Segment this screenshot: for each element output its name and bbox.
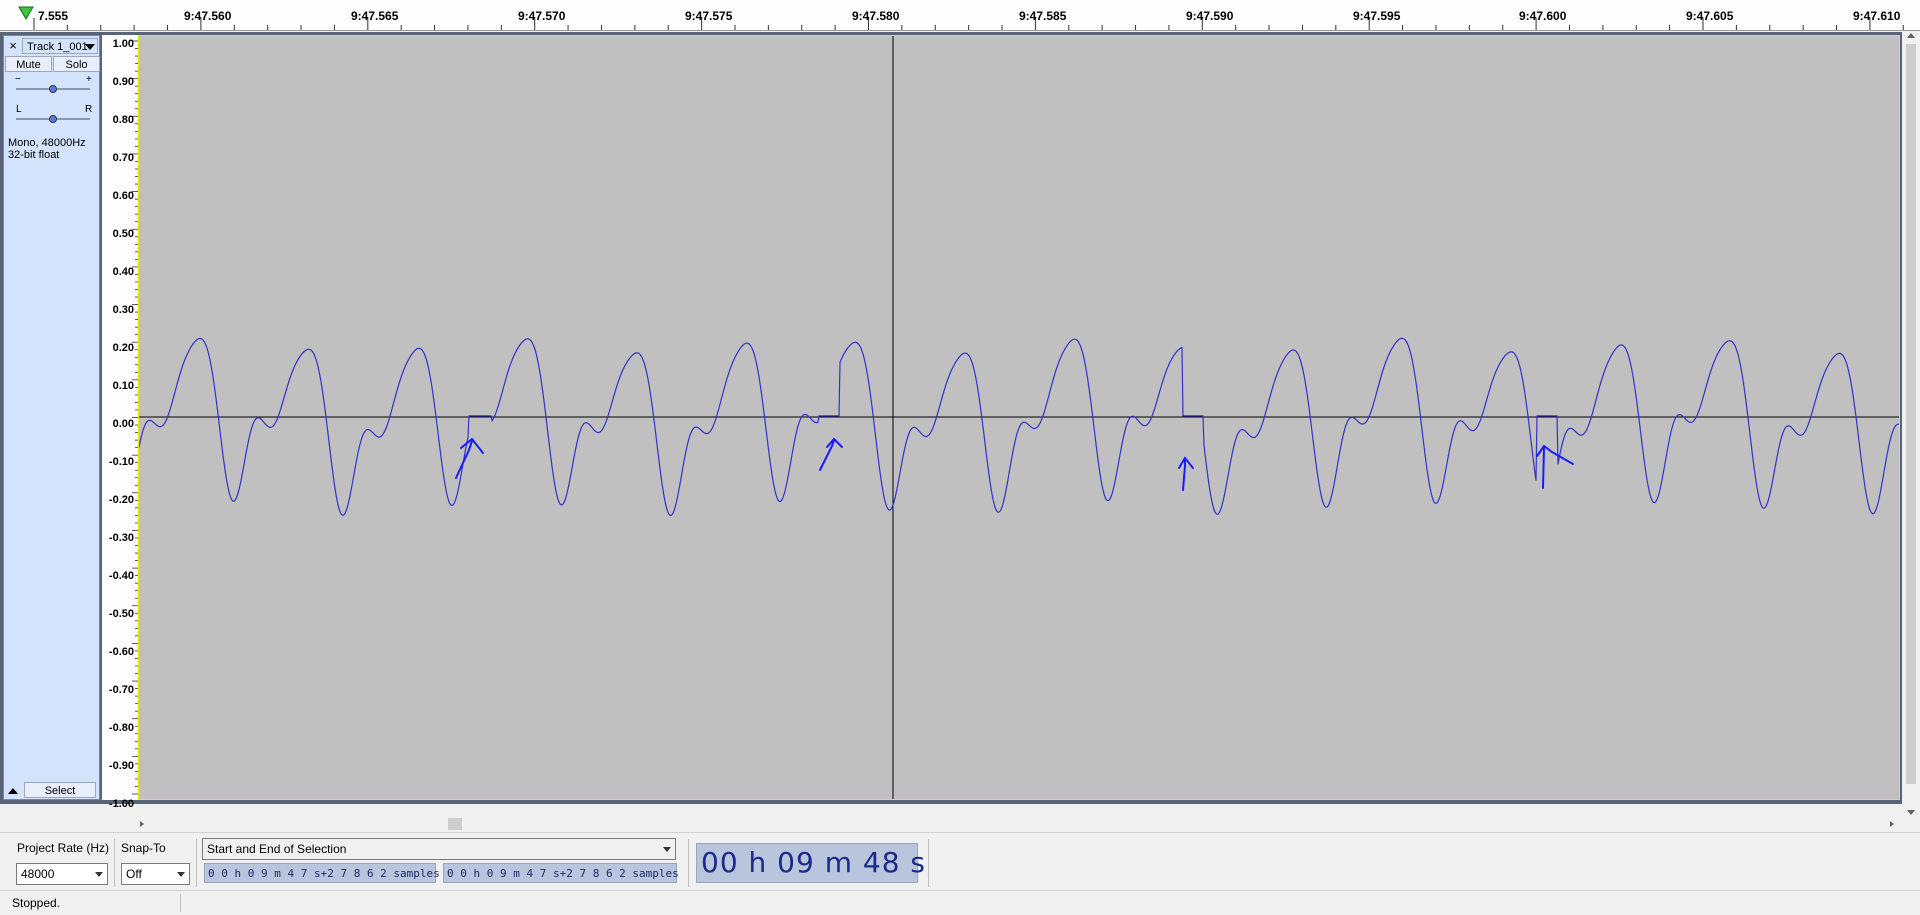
- status-bar: Stopped.: [0, 890, 1920, 915]
- ruler-label: 9:47.580: [852, 9, 900, 23]
- y-label: 1.00: [112, 38, 134, 50]
- y-label: 0.60: [112, 190, 134, 202]
- snap-to-label: Snap-To: [121, 841, 166, 855]
- select-button[interactable]: Select: [24, 782, 96, 798]
- chevron-down-icon: [177, 872, 185, 877]
- waveform-display[interactable]: [138, 35, 1900, 800]
- y-label: 0.00: [112, 418, 134, 430]
- y-label: -0.80: [108, 722, 134, 734]
- horizontal-scrollbar-thumb[interactable]: [448, 818, 462, 830]
- waveform: [139, 36, 1899, 799]
- collapse-track-icon[interactable]: [6, 784, 20, 798]
- ruler-label: 9:47.570: [518, 9, 566, 23]
- pan-right-label: R: [85, 104, 93, 115]
- ruler-label: 9:47.575: [685, 9, 733, 23]
- waveform-line: [139, 337, 1899, 517]
- divider: [688, 839, 689, 887]
- y-label: -0.70: [108, 684, 134, 696]
- gain-slider-thumb[interactable]: [49, 85, 57, 93]
- track-name-menu[interactable]: Track 1_001: [22, 38, 98, 54]
- chevron-down-icon: [663, 847, 671, 852]
- y-label: -0.10: [108, 456, 134, 468]
- snap-to-select[interactable]: Off: [121, 863, 190, 885]
- divider: [180, 894, 181, 912]
- gain-plus-label: +: [86, 74, 92, 85]
- annotation-arrow-3: [1178, 456, 1194, 491]
- annotation-arrow-4: [1536, 444, 1574, 489]
- amplitude-scale[interactable]: 1.00 0.90 0.80 0.70 0.60 0.50 0.40 0.30 …: [102, 35, 138, 810]
- track-info: Mono, 48000Hz 32-bit float: [8, 137, 86, 161]
- ruler-label: 9:47.565: [351, 9, 399, 23]
- y-label: -0.60: [108, 646, 134, 658]
- horizontal-scrollbar[interactable]: [138, 816, 1900, 832]
- dropdown-arrow-icon: [85, 44, 95, 50]
- y-label: 0.50: [112, 228, 134, 240]
- timeline-ruler[interactable]: 7.555 9:47.560 9:47.565 9:47.570 9:47.57…: [0, 0, 1920, 31]
- y-label: -0.30: [108, 532, 134, 544]
- project-rate-select[interactable]: 48000: [16, 863, 108, 885]
- y-label: -0.50: [108, 608, 134, 620]
- annotation-arrow-1: [455, 437, 484, 479]
- track-format: Mono, 48000Hz: [8, 137, 86, 149]
- pan-slider-thumb[interactable]: [49, 115, 57, 123]
- ruler-label: 9:47.560: [184, 9, 232, 23]
- ruler-label: 9:47.590: [1186, 9, 1234, 23]
- selection-end-value: 0 0 h 0 9 m 4 7 s+2 7 8 6 2 samples: [447, 867, 679, 880]
- gain-minus-label: −: [15, 74, 21, 85]
- selection-mode-value: Start and End of Selection: [207, 842, 347, 856]
- divider: [928, 839, 929, 887]
- solo-button[interactable]: Solo: [53, 56, 100, 72]
- y-label: 0.30: [112, 304, 134, 316]
- ruler-label: 7.555: [38, 9, 69, 23]
- audio-position-value: 00 h 09 m 48 s: [701, 846, 926, 879]
- track-bit-depth: 32-bit float: [8, 149, 60, 161]
- y-label: 0.80: [112, 114, 134, 126]
- ruler-label: 9:47.600: [1519, 9, 1567, 23]
- ruler-label: 9:47.610: [1853, 9, 1901, 23]
- divider: [114, 839, 115, 887]
- y-label: 0.10: [112, 380, 134, 392]
- selection-end-time[interactable]: 0 0 h 0 9 m 4 7 s+2 7 8 6 2 samples: [443, 863, 679, 883]
- track-name-label: Track 1_001: [27, 41, 88, 53]
- close-track-icon[interactable]: ×: [6, 39, 20, 53]
- track-control-panel: × Track 1_001 Mute Solo − + L R Mono, 48…: [3, 35, 100, 800]
- y-label: 0.70: [112, 152, 134, 164]
- y-label: -0.20: [108, 494, 134, 506]
- y-label: 0.90: [112, 76, 134, 88]
- selection-start-time[interactable]: 0 0 h 0 9 m 4 7 s+2 7 8 6 2 samples: [204, 863, 440, 883]
- selection-mode-select[interactable]: Start and End of Selection: [202, 838, 676, 860]
- snap-to-value: Off: [126, 867, 142, 881]
- status-text: Stopped.: [12, 896, 61, 910]
- ruler-ticks: [33, 18, 1904, 30]
- y-label: -1.00: [108, 798, 134, 810]
- audio-position-time[interactable]: 00 h 09 m 48 s: [696, 843, 925, 883]
- y-label: -0.40: [108, 570, 134, 582]
- project-rate-label: Project Rate (Hz): [17, 841, 110, 855]
- pan-left-label: L: [16, 104, 22, 115]
- y-label: -0.90: [108, 760, 134, 772]
- ruler-label: 9:47.605: [1686, 9, 1734, 23]
- vertical-scrollbar[interactable]: [1902, 32, 1920, 816]
- track-area: × Track 1_001 Mute Solo − + L R Mono, 48…: [0, 32, 1908, 810]
- selection-toolbar: Project Rate (Hz) 48000 Snap-To Off Star…: [0, 832, 1920, 891]
- y-label: 0.20: [112, 342, 134, 354]
- selection-start-value: 0 0 h 0 9 m 4 7 s+2 7 8 6 2 samples: [208, 867, 440, 880]
- ruler-label: 9:47.585: [1019, 9, 1067, 23]
- project-rate-value: 48000: [21, 867, 55, 881]
- y-label: 0.40: [112, 266, 134, 278]
- ruler-label: 9:47.595: [1353, 9, 1401, 23]
- annotation-arrow-2: [819, 437, 843, 471]
- chevron-down-icon: [95, 872, 103, 877]
- divider: [196, 839, 197, 887]
- mute-button[interactable]: Mute: [5, 56, 52, 72]
